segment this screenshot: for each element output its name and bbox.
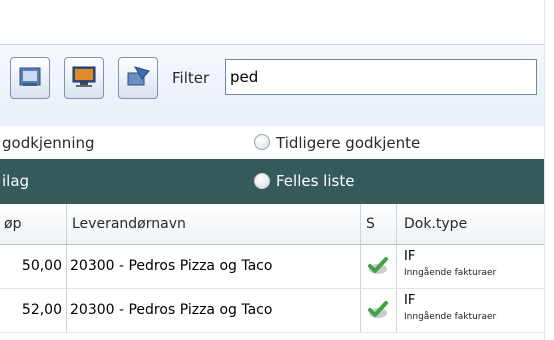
previously-approved-label[interactable]: Tidligere godkjente <box>276 134 420 152</box>
table-row[interactable]: 50,00 20300 - Pedros Pizza og Taco IF In… <box>0 245 554 289</box>
shared-list-label[interactable]: Felles liste <box>276 172 354 190</box>
vouchers-option[interactable]: ilag <box>2 172 29 190</box>
column-header-doc-type[interactable]: Dok.type <box>396 204 554 244</box>
filter-input[interactable] <box>225 59 537 95</box>
check-icon <box>368 257 388 274</box>
supplier-cell: 20300 - Pedros Pizza og Taco <box>70 258 273 274</box>
column-header-status[interactable]: S <box>360 204 397 244</box>
send-icon <box>127 66 150 86</box>
doc-type-code: IF <box>404 293 416 308</box>
shared-list-radio[interactable] <box>254 173 270 189</box>
export-button[interactable] <box>10 57 50 99</box>
invoice-table: øp Leverandørnavn S Dok.type 50,00 20300… <box>0 204 554 333</box>
amount-cell: 50,00 <box>21 258 62 274</box>
monitor-icon <box>72 66 96 87</box>
amount-cell: 52,00 <box>21 302 62 318</box>
doc-type-description: Inngående fakturaer <box>404 268 497 278</box>
export-icon <box>19 67 41 86</box>
table-header: øp Leverandørnavn S Dok.type <box>0 204 554 245</box>
supplier-cell: 20300 - Pedros Pizza og Taco <box>70 302 273 318</box>
previously-approved-radio[interactable] <box>254 134 270 150</box>
top-area <box>0 0 554 44</box>
app-window: Filter godkjenning Tidligere godkjente i… <box>0 0 554 340</box>
view-options-row: godkjenning Tidligere godkjente <box>0 126 554 159</box>
monitor-button[interactable] <box>64 57 104 99</box>
filter-label: Filter <box>172 69 210 87</box>
column-header-supplier[interactable]: Leverandørnavn <box>66 204 361 244</box>
check-icon <box>368 301 388 318</box>
table-row[interactable]: 52,00 20300 - Pedros Pizza og Taco IF In… <box>0 289 554 333</box>
column-header-amount[interactable]: øp <box>0 204 67 244</box>
list-selector-band: ilag Felles liste <box>0 159 554 204</box>
toolbar: Filter <box>0 44 554 127</box>
doc-type-code: IF <box>404 249 416 264</box>
window-right-edge <box>544 0 554 340</box>
send-button[interactable] <box>118 57 158 99</box>
doc-type-description: Inngående fakturaer <box>404 312 497 322</box>
pending-approval-option[interactable]: godkjenning <box>2 134 95 152</box>
